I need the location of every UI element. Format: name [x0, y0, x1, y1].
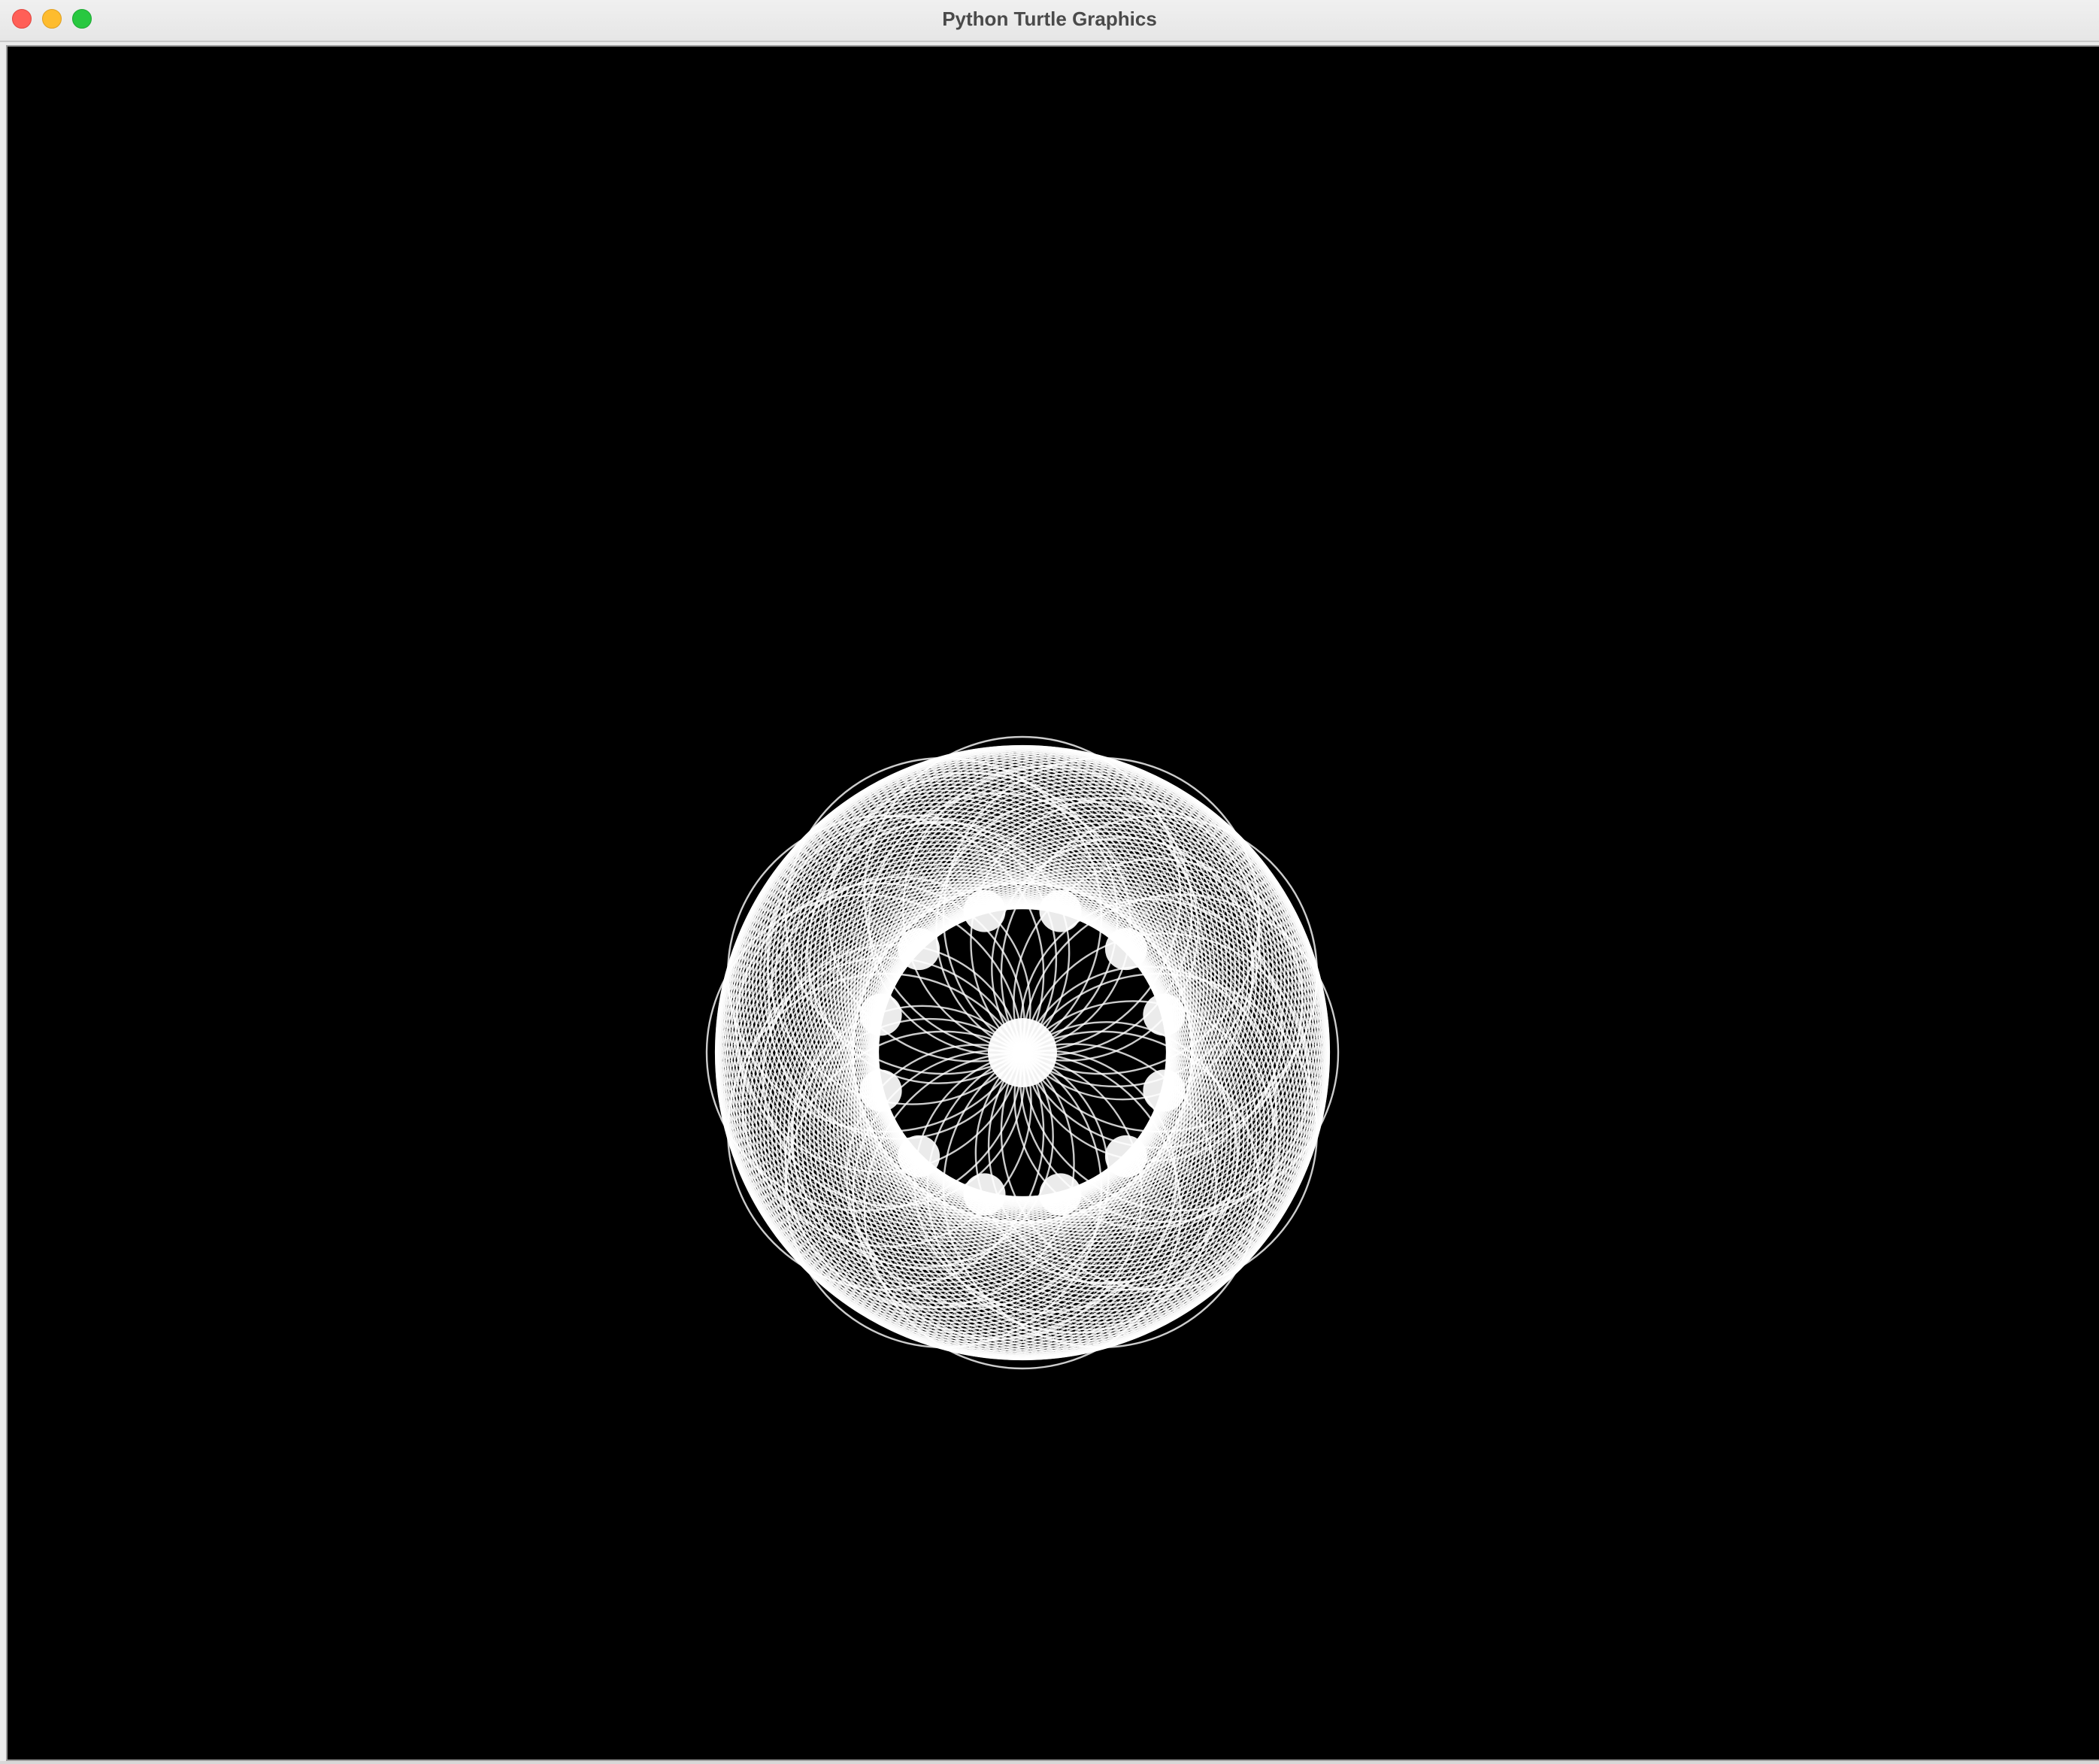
glow-spot [1039, 890, 1082, 932]
glow-spot [898, 1135, 940, 1178]
spirograph-drawing [705, 735, 1340, 1370]
turtle-canvas[interactable] [6, 45, 2099, 1761]
glow-spot [963, 890, 1006, 932]
glow-spot [1143, 1069, 1186, 1112]
window-title: Python Turtle Graphics [942, 8, 1157, 30]
glow-spot [963, 1173, 1006, 1216]
title-bar[interactable]: Python Turtle Graphics [0, 0, 2099, 42]
glow-spot [859, 1069, 902, 1112]
glow-spot [898, 928, 940, 971]
glow-spot [1039, 1173, 1082, 1216]
glow-spot [1104, 1135, 1147, 1178]
centre-glow [988, 1018, 1057, 1087]
glow-spot [859, 993, 902, 1036]
window-bottom-edge [0, 1761, 2099, 1764]
spirograph-pattern [705, 735, 1340, 1370]
turtle-window: Python Turtle Graphics [0, 0, 2099, 1764]
glow-spot [1104, 928, 1147, 971]
glow-spot [1143, 993, 1186, 1036]
